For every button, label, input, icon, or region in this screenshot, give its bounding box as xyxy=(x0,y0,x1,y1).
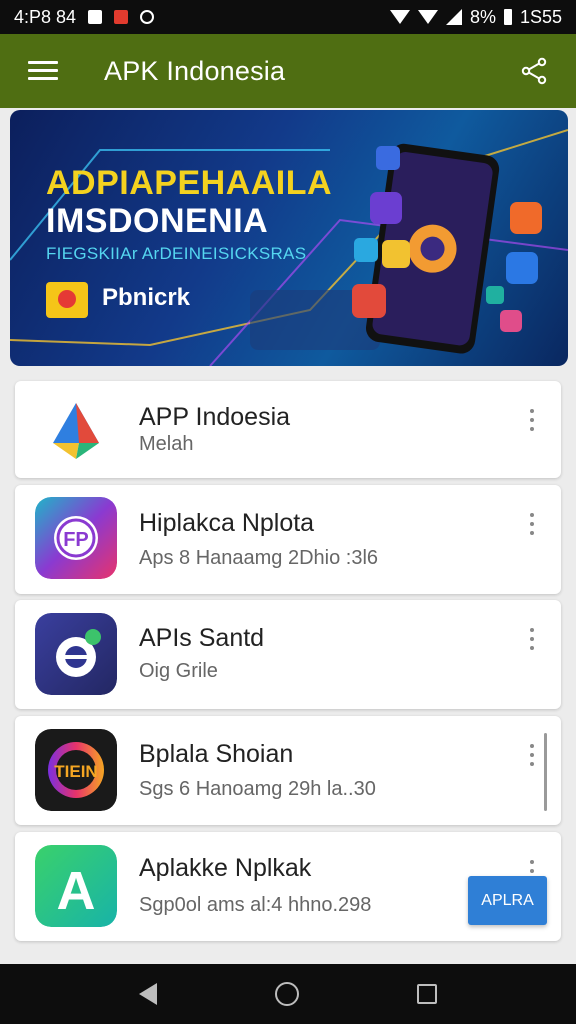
ring-icon xyxy=(140,10,155,24)
banner-logo-icon xyxy=(46,282,88,318)
list-item[interactable]: APP Indoesia Melah xyxy=(15,381,561,478)
tien-logo-icon: TIEIN xyxy=(35,729,117,811)
app-name: Bplala Shoian xyxy=(139,740,294,768)
banner-title-line2: IMSDONENIA xyxy=(46,202,269,240)
chat-bubble-icon xyxy=(35,613,117,695)
battery-icon xyxy=(503,9,512,25)
list-item[interactable]: FP Hiplakca Nplota Aps 8 Hanaamg 2Dhio :… xyxy=(15,485,561,594)
wifi-icon xyxy=(417,10,438,24)
colorful-triangle-icon xyxy=(53,403,99,459)
app-name: APIs Santd xyxy=(139,624,265,652)
app-bar: APK Indonesia xyxy=(0,34,576,108)
app-subtitle: Oig Grile xyxy=(139,660,218,682)
status-clock: 1S55 xyxy=(519,6,562,27)
install-button[interactable]: APLRA xyxy=(468,876,547,925)
more-options-icon[interactable] xyxy=(529,513,535,537)
recents-icon[interactable] xyxy=(417,984,437,1004)
banner-title-line1: ADPIAPEHAAILA xyxy=(46,164,333,202)
svg-text:A: A xyxy=(57,861,96,921)
back-icon[interactable] xyxy=(139,983,157,1005)
app-subtitle: Sgs 6 Hanoamg 29h la..30 xyxy=(139,778,376,800)
scroll-indicator[interactable] xyxy=(544,733,547,811)
red-flag-icon xyxy=(114,10,129,24)
battery-percent: 8% xyxy=(469,6,496,27)
app-subtitle: Melah xyxy=(139,433,194,455)
more-options-icon[interactable] xyxy=(529,744,535,768)
banner-subtitle: FIEGSKIIAr ArDEINEISICKSRAS xyxy=(46,244,307,263)
home-icon[interactable] xyxy=(275,982,299,1006)
signal-icon xyxy=(445,9,462,25)
status-time: 4:P8 84 xyxy=(14,6,77,27)
wifi-icon xyxy=(389,10,410,24)
more-options-icon[interactable] xyxy=(529,628,535,652)
svg-text:FP: FP xyxy=(63,529,89,551)
app-name: Hiplakca Nplota xyxy=(139,509,315,537)
app-subtitle: Aps 8 Hanaamg 2Dhio :3l6 xyxy=(139,547,379,569)
app-name: Aplakke Nplkak xyxy=(139,854,312,882)
banner-brand: Pbnicrk xyxy=(102,284,191,311)
app-name: APP Indoesia xyxy=(139,403,291,431)
more-options-icon[interactable] xyxy=(529,409,535,433)
app-subtitle: Sgp0ol ams al:4 hhno.298 xyxy=(139,894,372,916)
navigation-bar xyxy=(0,964,576,1024)
hamburger-icon[interactable] xyxy=(28,61,58,81)
app-title: APK Indonesia xyxy=(104,55,286,86)
share-icon[interactable] xyxy=(520,57,548,85)
list-item[interactable]: TIEIN Bplala Shoian Sgs 6 Hanoamg 29h la… xyxy=(15,716,561,825)
status-bar: 4:P8 84 8% 1S55 xyxy=(0,0,576,34)
square-icon xyxy=(88,10,103,24)
list-item[interactable]: APIs Santd Oig Grile xyxy=(15,600,561,709)
svg-text:TIEIN: TIEIN xyxy=(54,762,97,781)
promo-banner[interactable]: ADPIAPEHAAILA IMSDONENIA FIEGSKIIAr ArDE… xyxy=(10,110,568,366)
fp-logo-icon: FP xyxy=(35,497,117,579)
letter-a-icon: A xyxy=(35,845,117,927)
